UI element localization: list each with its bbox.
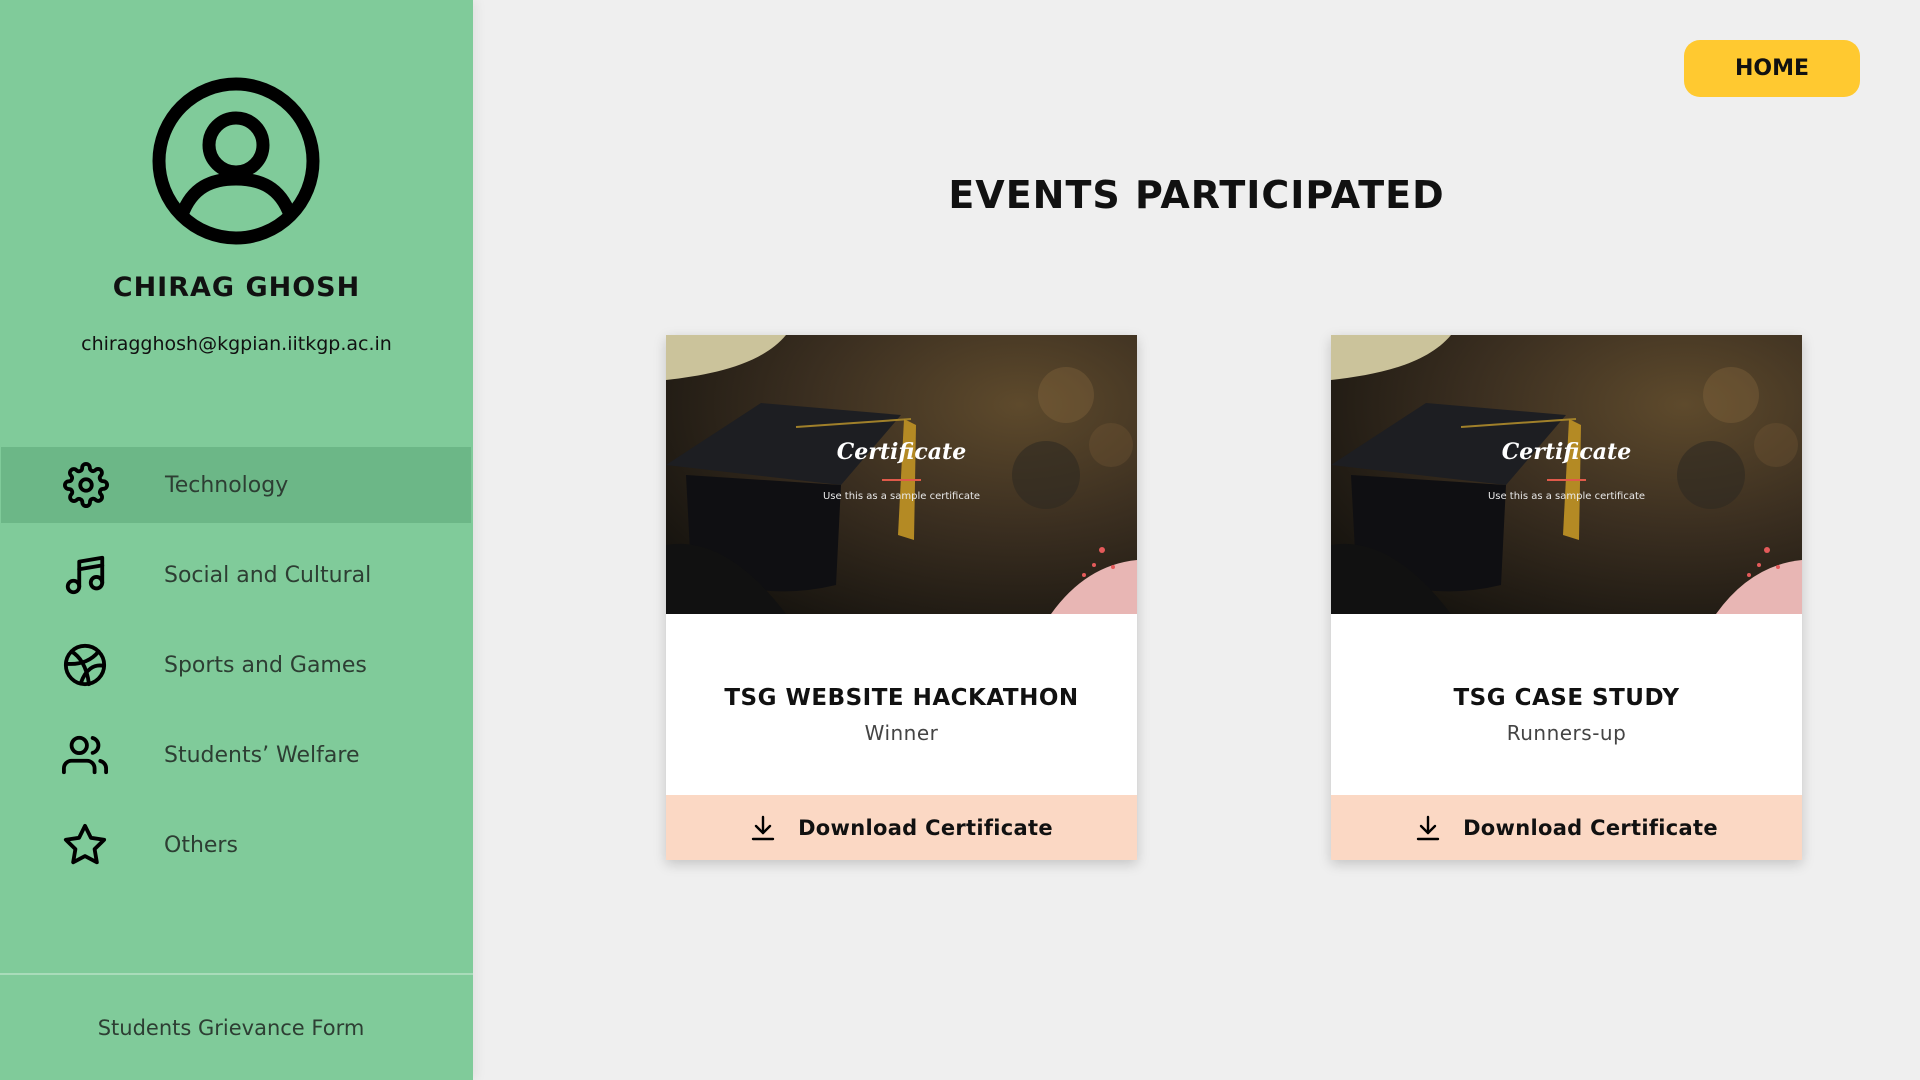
sidebar-item-sports-games[interactable]: Sports and Games xyxy=(0,627,473,703)
sidebar-item-label: Sports and Games xyxy=(164,652,367,678)
download-icon xyxy=(1416,815,1440,840)
star-icon xyxy=(63,823,107,865)
download-label: Download Certificate xyxy=(798,815,1053,840)
download-certificate-button[interactable]: Download Certificate xyxy=(1331,795,1802,860)
download-label: Download Certificate xyxy=(1463,815,1718,840)
certificate-background-image xyxy=(1331,335,1802,614)
sidebar-item-label: Students’ Welfare xyxy=(164,742,360,768)
sidebar-item-others[interactable]: Others xyxy=(0,807,473,883)
certificate-background-image xyxy=(666,335,1137,614)
user-name: CHIRAG GHOSH xyxy=(112,272,361,303)
certificate-subtitle: Use this as a sample certificate xyxy=(1487,491,1646,502)
event-card: Certificate Use this as a sample certifi… xyxy=(666,335,1137,860)
sidebar-item-technology[interactable]: Technology xyxy=(1,447,471,523)
users-icon xyxy=(62,735,108,775)
event-name: TSG WEBSITE HACKATHON xyxy=(724,685,1079,711)
certificate-title: Certificate xyxy=(1501,439,1632,465)
gear-icon xyxy=(63,462,109,508)
sidebar-item-label: Others xyxy=(164,832,238,858)
certificate-title: Certificate xyxy=(836,439,967,465)
certificate-subtitle: Use this as a sample certificate xyxy=(822,491,981,502)
download-certificate-button[interactable]: Download Certificate xyxy=(666,795,1137,860)
user-email: chiragghosh@kgpian.iitkgp.ac.in xyxy=(81,333,392,355)
download-icon xyxy=(751,815,775,840)
basketball-icon xyxy=(63,643,107,687)
sidebar-item-students-welfare[interactable]: Students’ Welfare xyxy=(0,717,473,793)
sidebar-item-label: Social and Cultural xyxy=(164,562,372,588)
sidebar-item-social-cultural[interactable]: Social and Cultural xyxy=(0,537,473,613)
sidebar-item-label: Technology xyxy=(165,472,289,498)
user-avatar-icon xyxy=(152,77,320,245)
music-icon xyxy=(65,555,105,595)
home-button[interactable]: HOME xyxy=(1684,40,1860,97)
event-result: Winner xyxy=(864,721,939,745)
certificate-preview: Certificate Use this as a sample certifi… xyxy=(666,335,1137,614)
event-card: Certificate Use this as a sample certifi… xyxy=(1331,335,1802,860)
category-nav: Technology Social and Cultural Sports an… xyxy=(0,447,473,897)
event-name: TSG CASE STUDY xyxy=(1453,685,1680,711)
sidebar: CHIRAG GHOSH chiragghosh@kgpian.iitkgp.a… xyxy=(0,0,473,1080)
event-result: Runners-up xyxy=(1506,721,1627,745)
page-title: EVENTS PARTICIPATED xyxy=(948,173,1445,217)
grievance-form-link[interactable]: Students Grievance Form xyxy=(0,1016,462,1040)
sidebar-divider xyxy=(0,973,473,975)
certificate-preview: Certificate Use this as a sample certifi… xyxy=(1331,335,1802,614)
